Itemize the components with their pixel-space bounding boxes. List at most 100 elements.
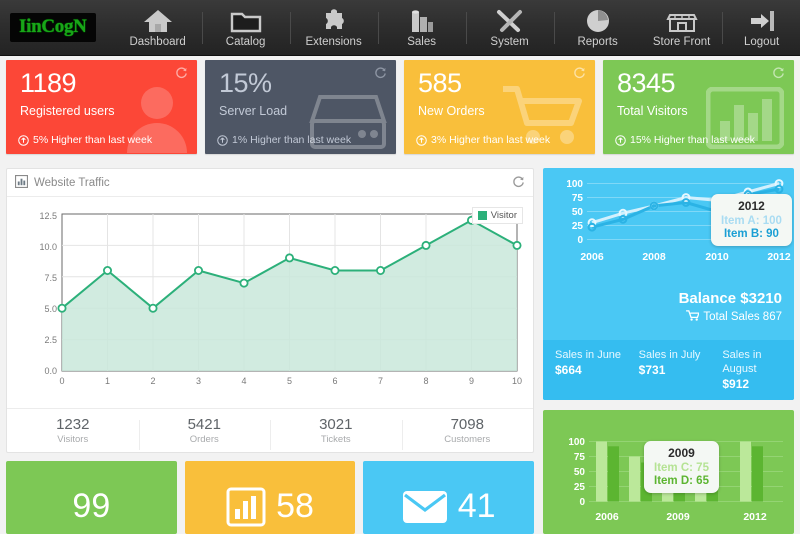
items-bar-chart-panel[interactable]: 100 75 50 25 0 2006 2009 2012 2009 Item … [543,410,794,534]
tile-value: 99 [72,487,111,525]
nav-item-store-front[interactable]: Store Front [642,0,722,56]
stat-card-server-load[interactable]: 15% Server Load 1% Higher than last week [205,60,396,154]
svg-text:5.0: 5.0 [44,304,57,314]
footer-stat-orders[interactable]: 5421 Orders [138,416,271,450]
traffic-area-chart-svg: 12.5 10.0 7.5 5.0 2.5 0.0 0 1 2 3 4 5 6 … [39,211,522,386]
footer-stat-tickets[interactable]: 3021 Tickets [270,416,402,450]
brand-logo[interactable]: IinCogN [10,13,96,42]
tools-icon [494,6,526,34]
sales-label: Sales in July [638,349,701,361]
tile-99[interactable]: 99 [6,461,177,534]
coins-icon [406,6,438,34]
footer-stat-visitors[interactable]: 1232 Visitors [7,416,139,445]
footer-stat-label: Customers [444,434,491,445]
svg-text:2008: 2008 [642,251,666,263]
svg-text:50: 50 [574,467,586,478]
tooltip-row-2: Item D: 65 [654,475,709,487]
nav-label: Logout [744,36,780,48]
svg-text:2009: 2009 [666,511,690,523]
secondary-nav-items: Store Front Logout [642,0,800,56]
tooltip-year: 2009 [668,446,695,460]
svg-text:100: 100 [568,437,585,448]
refresh-icon[interactable] [772,66,785,84]
nav-item-extensions[interactable]: Extensions [289,0,378,56]
footer-stat-label: Visitors [57,434,89,445]
svg-text:7.5: 7.5 [44,273,57,283]
stat-card-row: 1189 Registered users 5% Higher than las… [6,60,794,154]
sales-chart-tooltip: 2012 Item A: 100 Item B: 90 [711,194,792,246]
balance-amount: Balance $3210 [678,290,782,307]
nav-label: Reports [577,36,618,48]
traffic-chart[interactable]: 12.5 10.0 7.5 5.0 2.5 0.0 0 1 2 3 4 5 6 … [7,197,533,406]
svg-text:0: 0 [579,497,585,508]
svg-text:0: 0 [577,235,583,246]
bars-icon [705,86,785,154]
nav-label: Catalog [225,36,266,48]
user-icon [123,81,191,154]
nav-item-sales[interactable]: Sales [377,0,466,56]
bar-chart-icon [226,469,266,527]
refresh-icon[interactable] [512,175,525,191]
sales-cell-august[interactable]: Sales in August $912 [710,348,794,400]
refresh-icon[interactable] [374,66,387,84]
svg-text:2010: 2010 [705,251,729,263]
tile-value: 41 [457,487,496,525]
svg-text:0.0: 0.0 [44,366,57,376]
panel-title: Website Traffic [34,176,110,189]
nav-item-catalog[interactable]: Catalog [201,0,290,56]
tile-58[interactable]: 58 [184,461,356,534]
stat-card-new-orders[interactable]: 585 New Orders 3% Higher than last week [404,60,595,154]
bar-chart-icon [15,174,29,191]
sales-label: Sales in June [555,349,622,361]
arrow-up-circle-icon [615,134,626,146]
nav-item-dashboard[interactable]: Dashboard [114,0,202,56]
svg-text:1: 1 [105,376,110,386]
legend-swatch-icon [477,211,487,220]
svg-text:4: 4 [241,376,246,386]
nav-item-system[interactable]: System [465,0,554,56]
refresh-icon[interactable] [573,66,586,84]
nav-item-reports[interactable]: Reports [553,0,642,56]
cart-icon [501,85,587,152]
svg-text:10.0: 10.0 [39,242,57,252]
sales-summary-panel: 100 75 50 25 0 2006 2008 2010 2012 2012 … [543,168,794,400]
folder-icon [230,6,262,34]
tooltip-row-1: Item A: 100 [721,215,782,227]
tile-41[interactable]: 41 [363,461,535,534]
sales-value: $664 [555,363,582,377]
footer-stat-number: 7098 [450,416,484,433]
legend-label: Visitor [490,210,517,221]
nav-label: Extensions [305,36,362,48]
sales-label: Sales in August [722,349,762,375]
stat-card-registered-users[interactable]: 1189 Registered users 5% Higher than las… [6,60,197,154]
sales-cell-july[interactable]: Sales in July $731 [627,348,711,400]
svg-text:25: 25 [574,482,586,493]
total-sales-text: Total Sales 867 [703,311,782,323]
svg-text:0: 0 [59,376,64,386]
nav-item-logout[interactable]: Logout [721,0,800,56]
sales-cell-june[interactable]: Sales in June $664 [543,348,627,400]
footer-stat-customers[interactable]: 7098 Customers [401,416,534,450]
svg-text:75: 75 [574,452,586,463]
home-icon [142,6,174,34]
logout-icon [746,6,778,34]
bottom-tile-row: 99 58 41 [6,461,535,534]
svg-text:50: 50 [572,207,584,218]
dashboard-page: IinCogN Dashboard Catalog Extensions Sal… [0,0,800,534]
envelope-icon [402,472,448,524]
footer-stat-label: Tickets [320,434,351,445]
stat-title: Total Visitors [617,104,688,118]
total-sales-line: Total Sales 867 [679,310,782,324]
sales-line-chart[interactable]: 100 75 50 25 0 2006 2008 2010 2012 2012 … [543,168,794,286]
chart-legend[interactable]: Visitor [471,207,523,224]
stat-title: Registered users [20,104,115,118]
nav-label: Sales [407,36,436,48]
storefront-icon [665,6,698,34]
svg-text:8: 8 [423,376,428,386]
svg-text:12.5: 12.5 [39,211,57,221]
top-navigation-bar: IinCogN Dashboard Catalog Extensions Sal… [0,0,800,56]
stat-card-total-visitors[interactable]: 8345 Total Visitors 15% Higher than last… [603,60,794,154]
svg-text:6: 6 [332,376,337,386]
nav-label: Dashboard [129,36,186,48]
svg-text:2012: 2012 [743,511,767,523]
